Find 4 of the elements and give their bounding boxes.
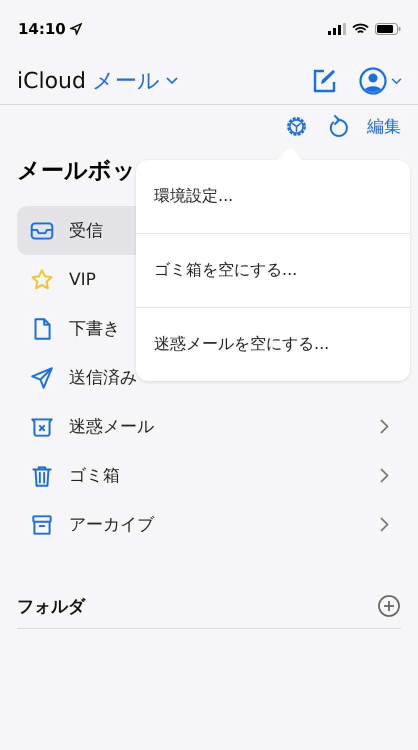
folders-heading: フォルダ bbox=[17, 596, 85, 618]
mailboxes-heading: メールボッ bbox=[17, 157, 137, 186]
status-time: 14:10 bbox=[18, 20, 82, 38]
app-title: iCloud bbox=[17, 68, 86, 94]
